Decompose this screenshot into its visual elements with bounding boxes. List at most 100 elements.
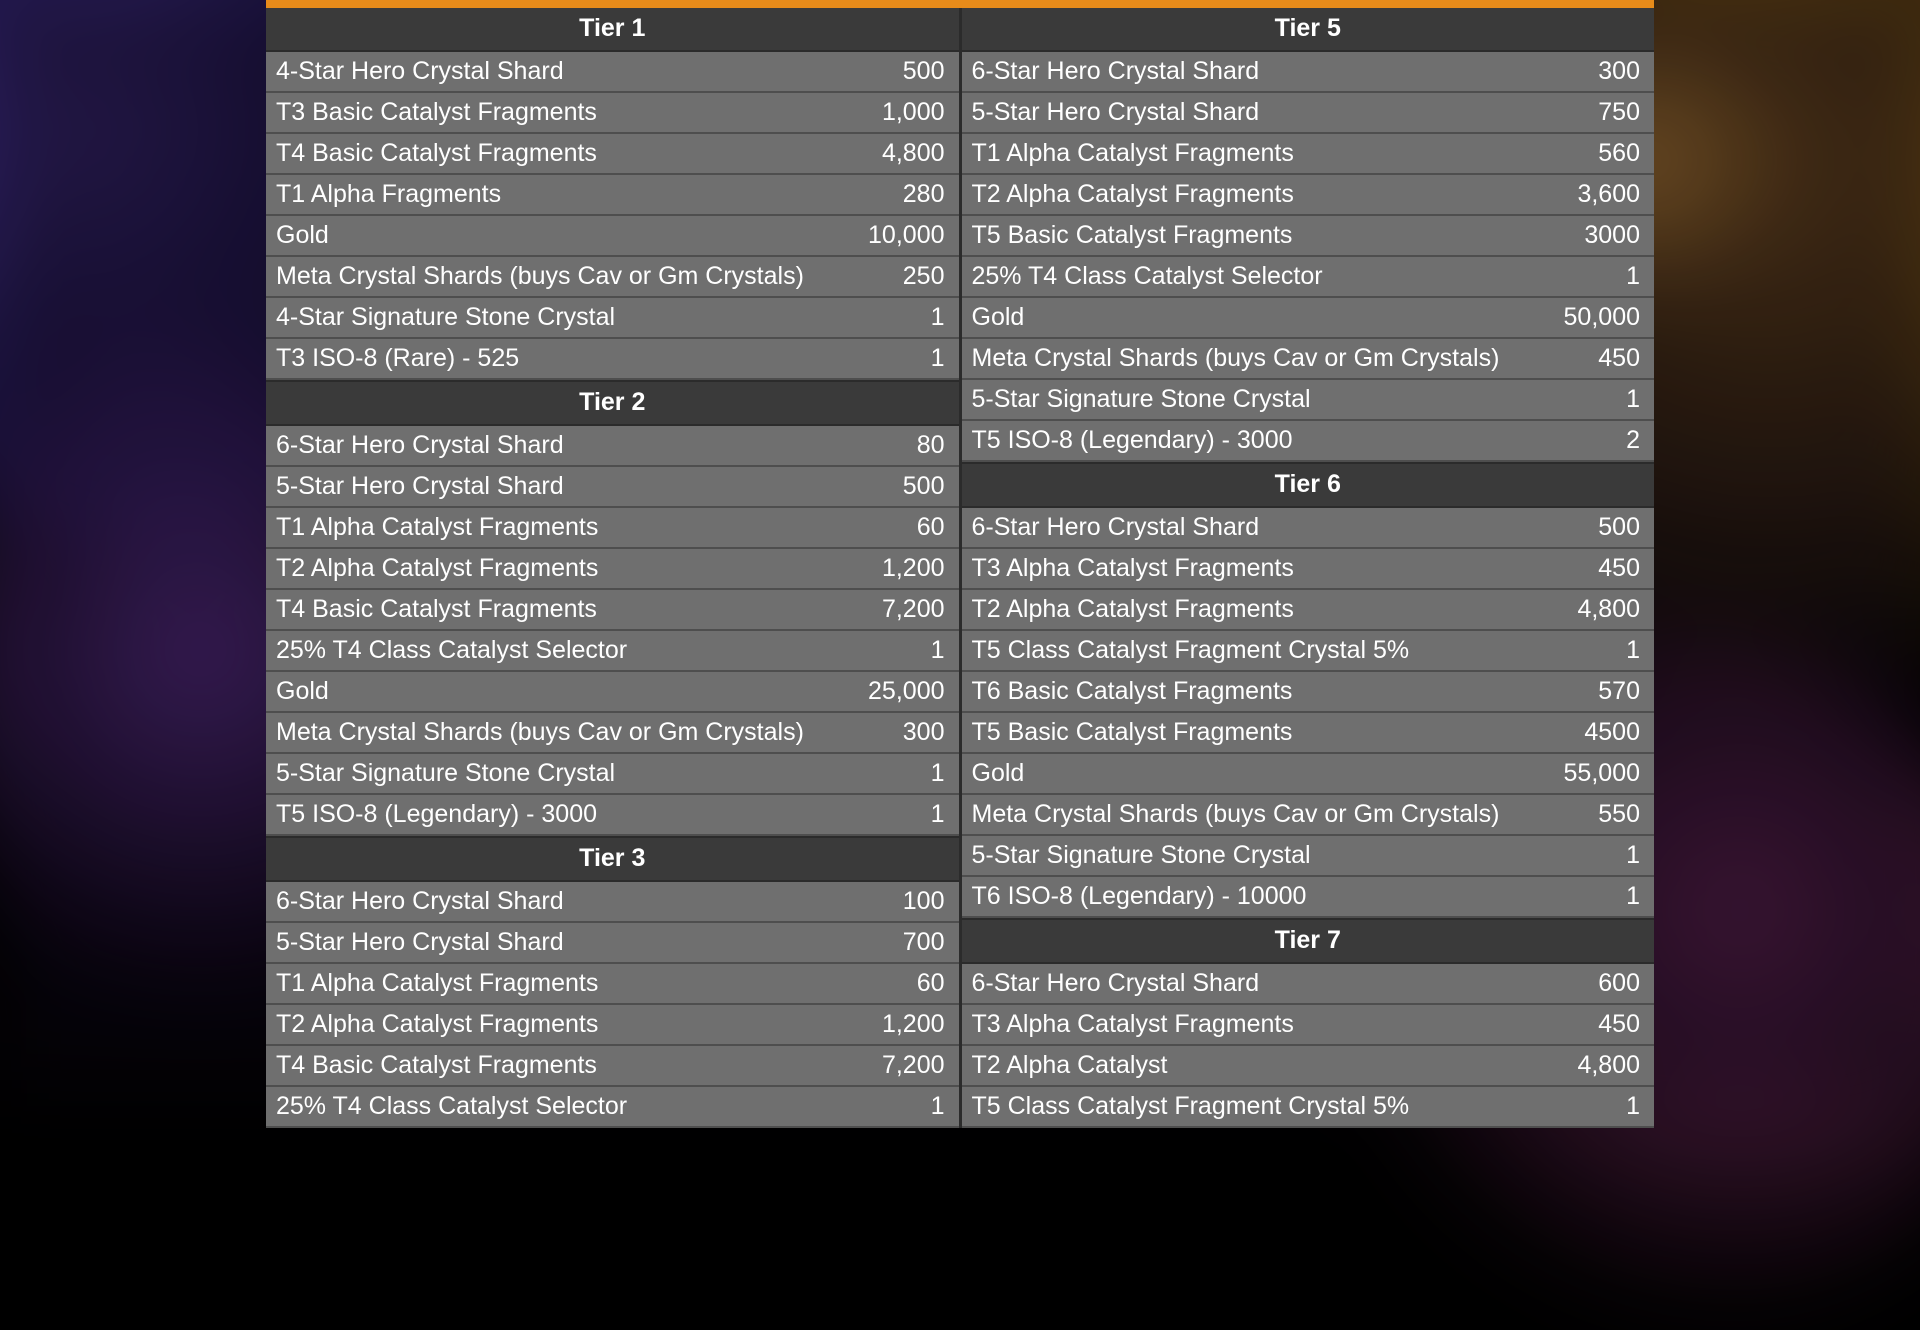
reward-name: Meta Crystal Shards (buys Cav or Gm Crys… (266, 264, 883, 289)
reward-row: 5-Star Signature Stone Crystal1 (962, 380, 1655, 421)
reward-value: 3,600 (1557, 182, 1654, 207)
reward-value: 300 (1578, 59, 1654, 84)
reward-name: 5-Star Hero Crystal Shard (266, 930, 883, 955)
reward-row: Meta Crystal Shards (buys Cav or Gm Crys… (266, 713, 959, 754)
reward-value: 700 (883, 930, 959, 955)
reward-value: 1 (1606, 843, 1654, 868)
reward-name: 6-Star Hero Crystal Shard (962, 515, 1579, 540)
reward-row: T4 Basic Catalyst Fragments4,800 (266, 134, 959, 175)
reward-name: T5 Basic Catalyst Fragments (962, 720, 1565, 745)
reward-row: 25% T4 Class Catalyst Selector1 (266, 1087, 959, 1128)
reward-name: Gold (962, 761, 1544, 786)
reward-name: Meta Crystal Shards (buys Cav or Gm Crys… (962, 346, 1579, 371)
reward-row: T5 Basic Catalyst Fragments4500 (962, 713, 1655, 754)
reward-name: T5 Class Catalyst Fragment Crystal 5% (962, 1094, 1607, 1119)
reward-row: 6-Star Hero Crystal Shard100 (266, 882, 959, 923)
reward-value: 4,800 (862, 141, 959, 166)
reward-name: T3 Basic Catalyst Fragments (266, 100, 862, 125)
tier-header: Tier 7 (962, 918, 1655, 964)
tier-column-right: Tier 56-Star Hero Crystal Shard3005-Star… (959, 8, 1655, 1128)
reward-row: T3 Basic Catalyst Fragments1,000 (266, 93, 959, 134)
reward-value: 450 (1578, 1012, 1654, 1037)
reward-value: 570 (1578, 679, 1654, 704)
reward-row: 4-Star Signature Stone Crystal1 (266, 298, 959, 339)
reward-row: T5 Class Catalyst Fragment Crystal 5%1 (962, 631, 1655, 672)
reward-row: T2 Alpha Catalyst Fragments4,800 (962, 590, 1655, 631)
tier-column-left: Tier 14-Star Hero Crystal Shard500T3 Bas… (266, 8, 959, 1128)
reward-row: Gold25,000 (266, 672, 959, 713)
reward-row: T5 Class Catalyst Fragment Crystal 5%1 (962, 1087, 1655, 1128)
reward-name: T6 Basic Catalyst Fragments (962, 679, 1579, 704)
reward-name: T3 Alpha Catalyst Fragments (962, 556, 1579, 581)
reward-name: T1 Alpha Catalyst Fragments (962, 141, 1579, 166)
reward-row: T1 Alpha Catalyst Fragments60 (266, 508, 959, 549)
reward-name: 25% T4 Class Catalyst Selector (266, 1094, 911, 1119)
reward-name: Gold (266, 679, 848, 704)
reward-row: 6-Star Hero Crystal Shard80 (266, 426, 959, 467)
reward-row: Meta Crystal Shards (buys Cav or Gm Crys… (266, 257, 959, 298)
reward-value: 1 (911, 761, 959, 786)
reward-value: 500 (1578, 515, 1654, 540)
reward-name: T3 Alpha Catalyst Fragments (962, 1012, 1579, 1037)
reward-row: 5-Star Hero Crystal Shard700 (266, 923, 959, 964)
reward-name: 25% T4 Class Catalyst Selector (962, 264, 1607, 289)
reward-row: 25% T4 Class Catalyst Selector1 (962, 257, 1655, 298)
reward-value: 1 (1606, 638, 1654, 663)
reward-row: Gold50,000 (962, 298, 1655, 339)
reward-name: T6 ISO-8 (Legendary) - 10000 (962, 884, 1607, 909)
reward-value: 1 (911, 346, 959, 371)
reward-value: 550 (1578, 802, 1654, 827)
reward-name: 4-Star Signature Stone Crystal (266, 305, 911, 330)
reward-value: 1 (1606, 264, 1654, 289)
reward-value: 100 (883, 889, 959, 914)
reward-row: T1 Alpha Catalyst Fragments60 (266, 964, 959, 1005)
reward-name: 5-Star Signature Stone Crystal (962, 387, 1607, 412)
reward-name: T4 Basic Catalyst Fragments (266, 141, 862, 166)
reward-row: 5-Star Hero Crystal Shard750 (962, 93, 1655, 134)
reward-value: 4,800 (1557, 597, 1654, 622)
reward-row: 5-Star Signature Stone Crystal1 (266, 754, 959, 795)
reward-name: T5 ISO-8 (Legendary) - 3000 (266, 802, 911, 827)
reward-row: T5 ISO-8 (Legendary) - 30001 (266, 795, 959, 836)
reward-name: Gold (266, 223, 848, 248)
reward-name: Meta Crystal Shards (buys Cav or Gm Crys… (266, 720, 883, 745)
reward-name: 5-Star Hero Crystal Shard (962, 100, 1579, 125)
reward-row: T2 Alpha Catalyst4,800 (962, 1046, 1655, 1087)
reward-name: T4 Basic Catalyst Fragments (266, 597, 862, 622)
reward-value: 25,000 (848, 679, 958, 704)
reward-name: T2 Alpha Catalyst Fragments (962, 182, 1558, 207)
tier-header: Tier 2 (266, 380, 959, 426)
reward-value: 1 (1606, 884, 1654, 909)
accent-bar (266, 0, 1654, 8)
tier-header: Tier 1 (266, 8, 959, 52)
reward-value: 450 (1578, 346, 1654, 371)
reward-row: 25% T4 Class Catalyst Selector1 (266, 631, 959, 672)
reward-value: 1 (911, 1094, 959, 1119)
reward-row: T3 Alpha Catalyst Fragments450 (962, 1005, 1655, 1046)
reward-name: 6-Star Hero Crystal Shard (962, 971, 1579, 996)
reward-name: T2 Alpha Catalyst (962, 1053, 1558, 1078)
reward-row: Meta Crystal Shards (buys Cav or Gm Crys… (962, 339, 1655, 380)
reward-value: 60 (897, 971, 959, 996)
reward-row: 4-Star Hero Crystal Shard500 (266, 52, 959, 93)
reward-row: 5-Star Hero Crystal Shard500 (266, 467, 959, 508)
reward-name: T3 ISO-8 (Rare) - 525 (266, 346, 911, 371)
reward-row: 6-Star Hero Crystal Shard300 (962, 52, 1655, 93)
reward-value: 55,000 (1544, 761, 1654, 786)
reward-name: 4-Star Hero Crystal Shard (266, 59, 883, 84)
reward-name: Meta Crystal Shards (buys Cav or Gm Crys… (962, 802, 1579, 827)
reward-value: 750 (1578, 100, 1654, 125)
reward-value: 280 (883, 182, 959, 207)
reward-value: 4,800 (1557, 1053, 1654, 1078)
reward-tier-panel: Tier 14-Star Hero Crystal Shard500T3 Bas… (266, 0, 1654, 1128)
reward-value: 1 (911, 638, 959, 663)
reward-value: 10,000 (848, 223, 958, 248)
tier-header: Tier 3 (266, 836, 959, 882)
reward-value: 600 (1578, 971, 1654, 996)
reward-name: T1 Alpha Fragments (266, 182, 883, 207)
reward-name: T2 Alpha Catalyst Fragments (266, 1012, 862, 1037)
reward-row: T5 Basic Catalyst Fragments3000 (962, 216, 1655, 257)
reward-name: 25% T4 Class Catalyst Selector (266, 638, 911, 663)
reward-value: 60 (897, 515, 959, 540)
reward-name: T2 Alpha Catalyst Fragments (266, 556, 862, 581)
